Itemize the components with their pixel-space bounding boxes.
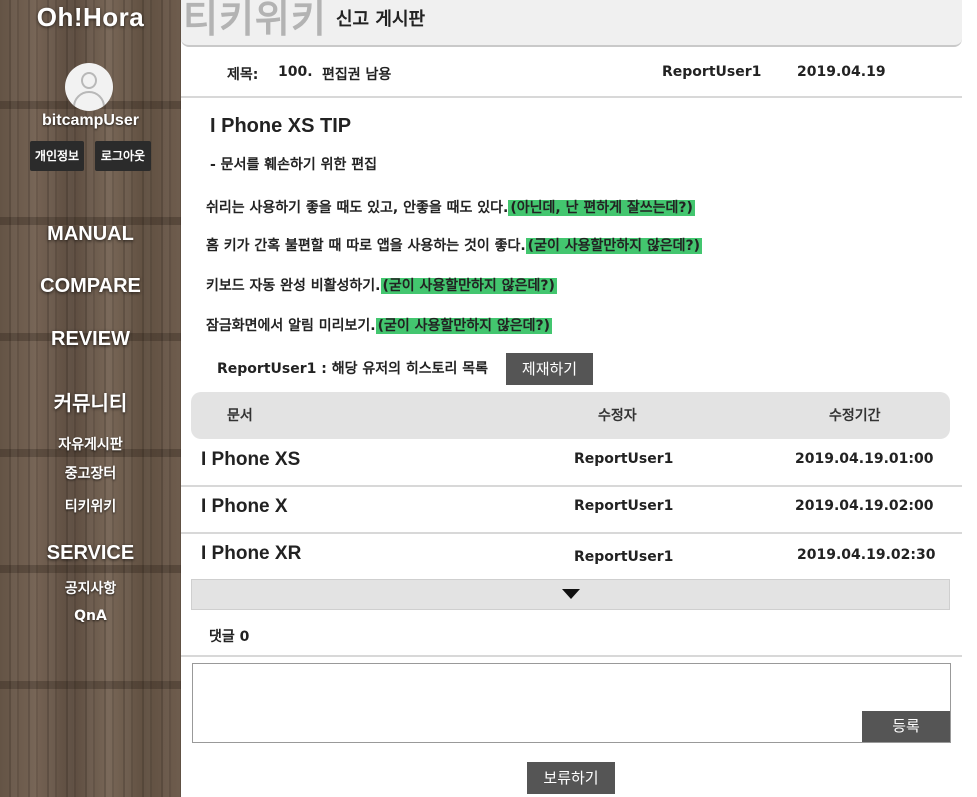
user-avatar-icon [65,63,113,111]
nav-community[interactable]: 커뮤니티 [0,387,181,416]
report-meta-row: 제목: 100. 편집권 남용 ReportUser1 2019.04.19 [181,52,962,98]
table-row[interactable]: I Phone XS ReportUser1 2019.04.19.01:00 [181,439,962,487]
line-text: 홈 키가 간혹 불편할 때 따로 앱을 사용하는 것이 좋다. [206,238,526,254]
comment-input-box [192,663,951,743]
profile-button[interactable]: 개인정보 [30,141,84,171]
edited-highlight: (아닌데, 난 편하게 잘쓰는데?) [508,200,695,216]
row-editor: ReportUser1 [574,549,674,565]
section-title: 티키위키 [183,0,327,41]
sanction-button[interactable]: 제재하기 [506,353,593,385]
content-line: 홈 키가 간혹 불편할 때 따로 앱을 사용하는 것이 좋다. (굳이 사용할만하… [206,235,703,255]
report-number: 100. [278,64,313,80]
row-document[interactable]: I Phone X [201,496,288,518]
history-label: ReportUser1 : 해당 유저의 히스토리 목록 [217,361,489,377]
subject-label: 제목: [227,67,259,83]
register-button[interactable]: 등록 [862,711,950,742]
row-document[interactable]: I Phone XR [201,543,301,565]
logout-button[interactable]: 로그아웃 [95,141,151,171]
comment-count: 댓글 0 [209,629,250,645]
caret-down-icon [562,589,580,599]
report-author: ReportUser1 [662,64,762,80]
divider [181,655,962,657]
content-line: 키보드 자동 완성 비활성하기. (굳이 사용할만하지 않은데?) [206,275,557,295]
comment-input[interactable] [193,664,950,742]
column-header-document: 문서 [227,408,253,424]
brand-logo[interactable]: Oh!Hora [0,2,181,33]
board-title: 신고 게시판 [336,9,426,30]
line-text: 키보드 자동 완성 비활성하기. [206,278,381,294]
report-reason: - 문서를 훼손하기 위한 편집 [210,157,377,173]
hold-button[interactable]: 보류하기 [527,762,615,794]
nav-service[interactable]: SERVICE [0,542,181,565]
table-row[interactable]: I Phone XR ReportUser1 2019.04.19.02:30 [181,533,962,579]
nav-compare[interactable]: COMPARE [0,275,181,298]
content-line: 잠금화면에서 알림 미리보기. (굳이 사용할만하지 않은데?) [206,315,552,335]
column-header-editor: 수정자 [598,408,637,424]
row-editor: ReportUser1 [574,451,674,467]
expand-history-button[interactable] [191,579,950,610]
column-header-period: 수정기간 [829,408,881,424]
nav-manual[interactable]: MANUAL [0,223,181,246]
line-text: 쉬리는 사용하기 좋을 때도 있고, 안좋을 때도 있다. [206,200,509,216]
row-time: 2019.04.19.02:30 [797,547,936,563]
username: bitcampUser [42,112,139,129]
report-subject: 편집권 남용 [322,67,392,83]
row-document[interactable]: I Phone XS [201,449,300,471]
sidebar: Oh!Hora bitcampUser 개인정보 로그아웃 MANUAL COM… [0,0,181,797]
edited-highlight: (굳이 사용할만하지 않은데?) [375,318,552,334]
nav-notice[interactable]: 공지사항 [0,578,181,598]
nav-tikiwiki[interactable]: 티키위키 [0,496,181,516]
history-table-header: 문서 수정자 수정기간 [191,392,950,439]
edited-highlight: (굳이 사용할만하지 않은데?) [525,238,703,254]
document-title: I Phone XS TIP [210,115,352,137]
content-line: 쉬리는 사용하기 좋을 때도 있고, 안좋을 때도 있다. (아닌데, 난 편하게… [206,197,695,217]
nav-used-market[interactable]: 중고장터 [0,463,181,483]
row-time: 2019.04.19.02:00 [795,498,934,514]
line-text: 잠금화면에서 알림 미리보기. [206,318,376,334]
main-content: 티키위키 신고 게시판 제목: 100. 편집권 남용 ReportUser1 … [181,0,977,797]
table-row[interactable]: I Phone X ReportUser1 2019.04.19.02:00 [181,486,962,534]
row-editor: ReportUser1 [574,498,674,514]
page-header: 티키위키 신고 게시판 [181,0,962,47]
nav-review[interactable]: REVIEW [0,328,181,351]
row-time: 2019.04.19.01:00 [795,451,934,467]
nav-free-board[interactable]: 자유게시판 [0,434,181,454]
report-date: 2019.04.19 [797,64,886,80]
edited-highlight: (굳이 사용할만하지 않은데?) [380,278,557,294]
nav-qna[interactable]: QnA [0,608,181,624]
